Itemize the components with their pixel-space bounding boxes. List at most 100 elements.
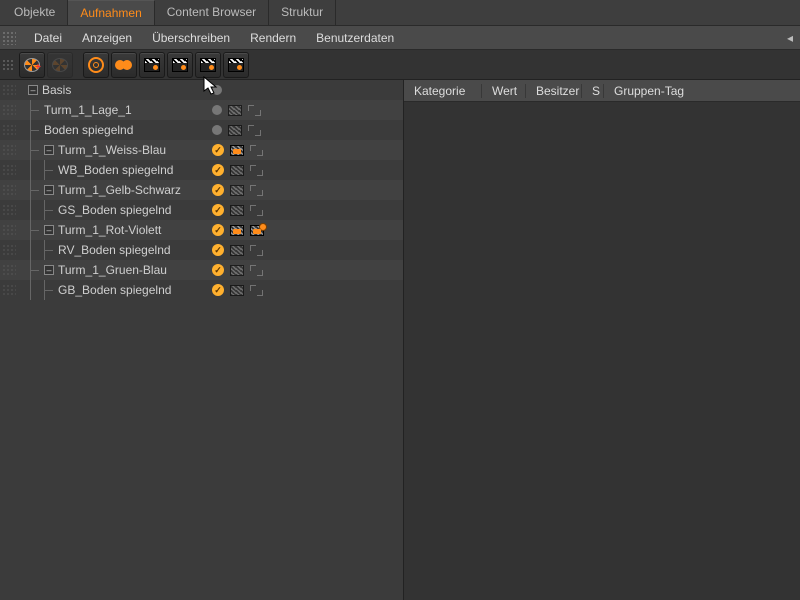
- tab-structure[interactable]: Struktur: [269, 0, 336, 25]
- tree-row[interactable]: –Turm_1_Weiss-Blau✓: [0, 140, 403, 160]
- clapper-c-button[interactable]: [195, 52, 221, 78]
- grip-icon: [2, 124, 16, 136]
- override-button[interactable]: [111, 52, 137, 78]
- tree-line-icon: [30, 280, 44, 300]
- expander-button[interactable]: –: [44, 265, 54, 275]
- toolbar: +: [0, 50, 800, 80]
- menu-override[interactable]: Überschreiben: [142, 31, 240, 45]
- expand-icon[interactable]: [250, 245, 263, 256]
- tree-line-icon: [30, 160, 44, 180]
- tree-row[interactable]: –Turm_1_Gelb-Schwarz✓: [0, 180, 403, 200]
- tree-row[interactable]: Boden spiegelnd: [0, 120, 403, 140]
- tree-row[interactable]: –Turm_1_Gruen-Blau✓: [0, 260, 403, 280]
- tree-row-label: WB_Boden spiegelnd: [58, 163, 173, 177]
- tree-line-icon: [44, 240, 58, 260]
- col-s[interactable]: S: [582, 84, 604, 98]
- tree-row-label: Boden spiegelnd: [44, 123, 133, 137]
- grip-icon: [2, 224, 16, 236]
- expander-button[interactable]: –: [44, 145, 54, 155]
- clapper-d-button[interactable]: [223, 52, 249, 78]
- status-check-icon[interactable]: ✓: [212, 264, 224, 276]
- new-child-take-button[interactable]: [47, 52, 73, 78]
- tree-line-icon: [30, 240, 44, 260]
- tree-row[interactable]: WB_Boden spiegelnd ✓: [0, 160, 403, 180]
- expand-icon[interactable]: [250, 265, 263, 276]
- menu-view[interactable]: Anzeigen: [72, 31, 142, 45]
- menu-render[interactable]: Rendern: [240, 31, 306, 45]
- expander-button[interactable]: –: [44, 185, 54, 195]
- menu-bar: Datei Anzeigen Überschreiben Rendern Ben…: [0, 26, 800, 50]
- expand-icon[interactable]: [248, 125, 261, 136]
- attribute-header: Kategorie Wert Besitzer S Gruppen-Tag: [404, 80, 800, 102]
- status-check-icon[interactable]: ✓: [212, 284, 224, 296]
- status-dot-icon[interactable]: [212, 105, 222, 115]
- grip-icon: [2, 104, 16, 116]
- tree-line-icon: [30, 180, 44, 200]
- expand-icon[interactable]: [250, 205, 263, 216]
- tree-row[interactable]: GS_Boden spiegelnd✓: [0, 200, 403, 220]
- clapper-icon[interactable]: [230, 165, 244, 176]
- status-dot-icon[interactable]: [212, 85, 222, 95]
- col-owner[interactable]: Besitzer: [526, 84, 582, 98]
- status-check-icon[interactable]: ✓: [212, 224, 224, 236]
- grip-icon: [2, 84, 16, 96]
- expand-icon[interactable]: [248, 105, 261, 116]
- clapper-icon[interactable]: [230, 205, 244, 216]
- row-status-icons: ✓: [212, 224, 264, 236]
- clapper-icon[interactable]: [228, 125, 242, 136]
- clapper-icon[interactable]: [230, 265, 244, 276]
- clapper-icon[interactable]: [230, 285, 244, 296]
- clapper-active-icon[interactable]: [230, 145, 244, 156]
- tree-line-icon: [30, 260, 44, 280]
- grip-icon: [2, 164, 16, 176]
- menu-arrow-icon[interactable]: ◂: [780, 31, 800, 45]
- new-take-button[interactable]: +: [19, 52, 45, 78]
- expand-icon[interactable]: [250, 285, 263, 296]
- tab-objects[interactable]: Objekte: [2, 0, 68, 25]
- menu-userdata[interactable]: Benutzerdaten: [306, 31, 404, 45]
- clapper-a-button[interactable]: [139, 52, 165, 78]
- status-check-icon[interactable]: ✓: [212, 164, 224, 176]
- clapper-icon[interactable]: [228, 105, 242, 116]
- tree-row[interactable]: GB_Boden spiegelnd ✓: [0, 280, 403, 300]
- clapper-icon: [200, 58, 216, 72]
- col-category[interactable]: Kategorie: [404, 84, 482, 98]
- expander-button[interactable]: –: [44, 225, 54, 235]
- row-status-icons: [212, 105, 261, 116]
- clapper-gear-icon[interactable]: [250, 225, 264, 236]
- grip-icon: [2, 284, 16, 296]
- tree-line-icon: [30, 140, 44, 160]
- tree-line-icon: [30, 100, 44, 120]
- grip-icon: [2, 59, 14, 71]
- expand-icon[interactable]: [250, 165, 263, 176]
- tab-takes[interactable]: Aufnahmen: [68, 0, 154, 25]
- tree-row-label: GB_Boden spiegelnd: [58, 283, 171, 297]
- clapper-icon[interactable]: [230, 185, 244, 196]
- row-status-icons: ✓: [212, 184, 263, 196]
- expander-button[interactable]: –: [28, 85, 38, 95]
- film-reel-icon: +: [24, 58, 40, 72]
- clapper-b-button[interactable]: [167, 52, 193, 78]
- tree-row[interactable]: Turm_1_Lage_1: [0, 100, 403, 120]
- status-check-icon[interactable]: ✓: [212, 244, 224, 256]
- status-check-icon[interactable]: ✓: [212, 184, 224, 196]
- clapper-icon: [228, 58, 244, 72]
- takes-tree-panel: –Basis Turm_1_Lage_1 Boden spiegelnd –Turm_…: [0, 80, 403, 600]
- tree-row[interactable]: RV_Boden spiegelnd✓: [0, 240, 403, 260]
- auto-take-button[interactable]: [83, 52, 109, 78]
- clapper-active-icon[interactable]: [230, 225, 244, 236]
- status-dot-icon[interactable]: [212, 125, 222, 135]
- clapper-icon: [144, 58, 160, 72]
- col-group-tag[interactable]: Gruppen-Tag: [604, 84, 800, 98]
- status-check-icon[interactable]: ✓: [212, 144, 224, 156]
- tab-content-browser[interactable]: Content Browser: [155, 0, 269, 25]
- tree-row-label: Turm_1_Lage_1: [44, 103, 132, 117]
- col-value[interactable]: Wert: [482, 84, 526, 98]
- clapper-icon[interactable]: [230, 245, 244, 256]
- expand-icon[interactable]: [250, 145, 263, 156]
- expand-icon[interactable]: [250, 185, 263, 196]
- status-check-icon[interactable]: ✓: [212, 204, 224, 216]
- tree-row[interactable]: –Turm_1_Rot-Violett✓: [0, 220, 403, 240]
- menu-file[interactable]: Datei: [24, 31, 72, 45]
- tree-row[interactable]: –Basis: [0, 80, 403, 100]
